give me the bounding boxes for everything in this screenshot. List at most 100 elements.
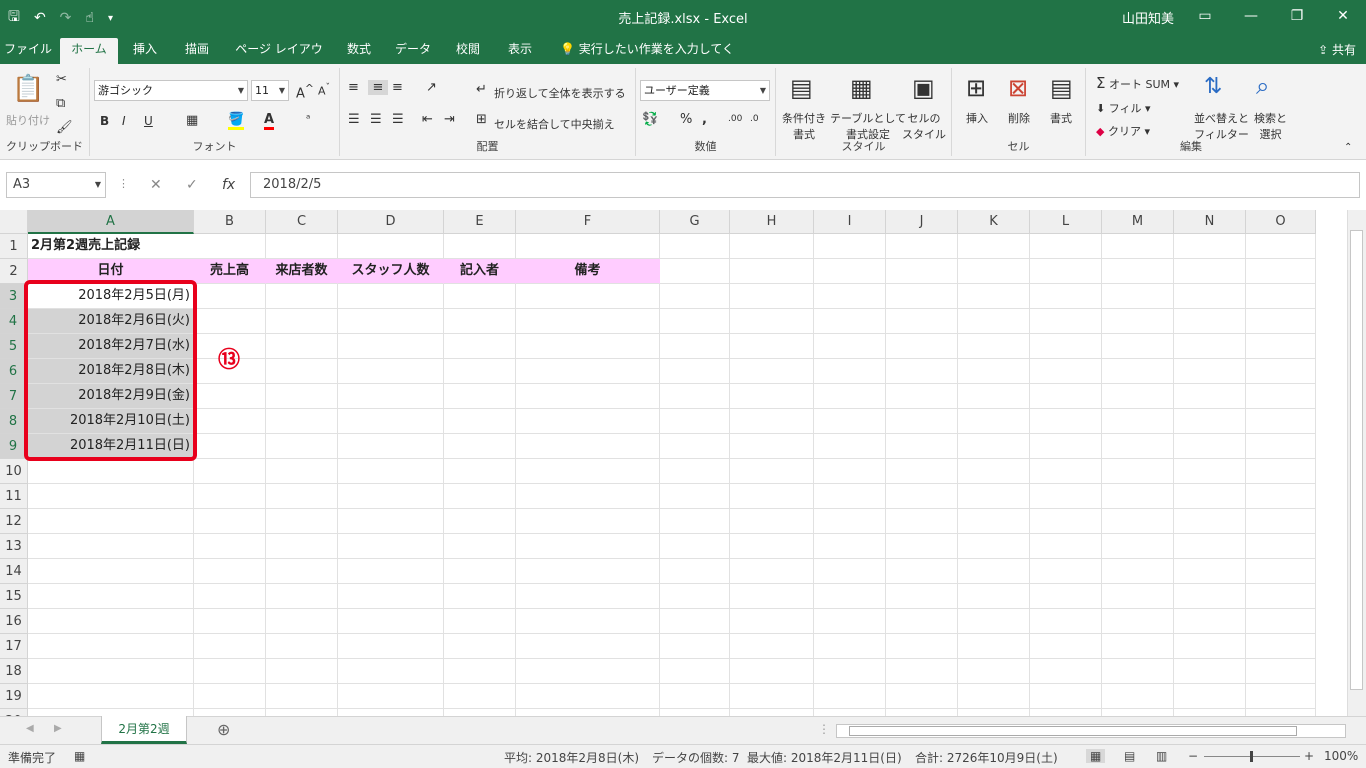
cell-b18[interactable]	[194, 659, 266, 684]
cell-e19[interactable]	[444, 684, 516, 709]
column-header-o[interactable]: O	[1246, 210, 1316, 234]
cell-c10[interactable]	[266, 459, 338, 484]
cell-d5[interactable]	[338, 334, 444, 359]
cell-c13[interactable]	[266, 534, 338, 559]
status-sum[interactable]: 合計: 2726年10月9日(土)	[915, 749, 1058, 766]
tab-insert[interactable]: 挿入	[124, 38, 166, 64]
cell-k20[interactable]	[958, 709, 1030, 716]
column-header-i[interactable]: I	[814, 210, 886, 234]
cell-n2[interactable]	[1174, 259, 1246, 284]
font-name-select[interactable]: 游ゴシック ▼	[94, 80, 248, 101]
cell-g16[interactable]	[660, 609, 730, 634]
bottom-align-icon[interactable]: ≡	[392, 80, 403, 95]
cell-f10[interactable]	[516, 459, 660, 484]
cell-h11[interactable]	[730, 484, 814, 509]
wrap-text-button[interactable]: 折り返して全体を表示する	[494, 85, 626, 101]
cell-d8[interactable]	[338, 409, 444, 434]
format-painter-icon[interactable]: 🖌	[56, 120, 73, 135]
cell-h16[interactable]	[730, 609, 814, 634]
cell-l12[interactable]	[1030, 509, 1102, 534]
cell-l11[interactable]	[1030, 484, 1102, 509]
select-all-corner[interactable]	[0, 210, 28, 234]
cell-c19[interactable]	[266, 684, 338, 709]
cell-b17[interactable]	[194, 634, 266, 659]
cell-i12[interactable]	[814, 509, 886, 534]
cell-i6[interactable]	[814, 359, 886, 384]
cell-k18[interactable]	[958, 659, 1030, 684]
cell-g12[interactable]	[660, 509, 730, 534]
cell-i18[interactable]	[814, 659, 886, 684]
cell-m15[interactable]	[1102, 584, 1174, 609]
cell-b8[interactable]	[194, 409, 266, 434]
cell-m7[interactable]	[1102, 384, 1174, 409]
cell-b3[interactable]	[194, 284, 266, 309]
cell-o17[interactable]	[1246, 634, 1316, 659]
cell-d11[interactable]	[338, 484, 444, 509]
cell-o19[interactable]	[1246, 684, 1316, 709]
cell-f3[interactable]	[516, 284, 660, 309]
cell-n8[interactable]	[1174, 409, 1246, 434]
cell-l20[interactable]	[1030, 709, 1102, 716]
row-header-11[interactable]: 11	[0, 484, 28, 509]
cell-i4[interactable]	[814, 309, 886, 334]
column-header-h[interactable]: H	[730, 210, 814, 234]
cell-f17[interactable]	[516, 634, 660, 659]
cell-b19[interactable]	[194, 684, 266, 709]
cell-c17[interactable]	[266, 634, 338, 659]
row-header-18[interactable]: 18	[0, 659, 28, 684]
cell-l4[interactable]	[1030, 309, 1102, 334]
cell-e6[interactable]	[444, 359, 516, 384]
row-header-13[interactable]: 13	[0, 534, 28, 559]
cell-c11[interactable]	[266, 484, 338, 509]
cell-k9[interactable]	[958, 434, 1030, 459]
cell-d9[interactable]	[338, 434, 444, 459]
cell-g4[interactable]	[660, 309, 730, 334]
cell-h14[interactable]	[730, 559, 814, 584]
cell-k8[interactable]	[958, 409, 1030, 434]
cell-l14[interactable]	[1030, 559, 1102, 584]
cell-d18[interactable]	[338, 659, 444, 684]
cell-i15[interactable]	[814, 584, 886, 609]
cell-e1[interactable]	[444, 234, 516, 259]
cell-l3[interactable]	[1030, 284, 1102, 309]
cell-j2[interactable]	[886, 259, 958, 284]
column-header-f[interactable]: F	[516, 210, 660, 234]
cell-i16[interactable]	[814, 609, 886, 634]
cell-n11[interactable]	[1174, 484, 1246, 509]
cell-g17[interactable]	[660, 634, 730, 659]
cell-e9[interactable]	[444, 434, 516, 459]
cell-a13[interactable]	[28, 534, 194, 559]
orientation-icon[interactable]: ↗	[426, 80, 437, 95]
zoom-out-icon[interactable]: −	[1188, 749, 1198, 763]
copy-icon[interactable]: ⧉	[56, 96, 65, 111]
cell-e3[interactable]	[444, 284, 516, 309]
tab-formulas[interactable]: 数式	[338, 38, 380, 64]
align-right-icon[interactable]: ☰	[392, 112, 404, 127]
shrink-font-icon[interactable]: Aˇ	[318, 82, 330, 98]
cell-h17[interactable]	[730, 634, 814, 659]
tell-me-box[interactable]: 💡 実行したい作業を入力してください	[560, 38, 744, 78]
cell-n1[interactable]	[1174, 234, 1246, 259]
cell-f13[interactable]	[516, 534, 660, 559]
cell-o5[interactable]	[1246, 334, 1316, 359]
cell-l5[interactable]	[1030, 334, 1102, 359]
cell-f8[interactable]	[516, 409, 660, 434]
cell-m2[interactable]	[1102, 259, 1174, 284]
cell-o18[interactable]	[1246, 659, 1316, 684]
tab-view[interactable]: 表示	[500, 38, 540, 64]
status-average[interactable]: 平均: 2018年2月8日(木)	[504, 749, 639, 766]
cell-a14[interactable]	[28, 559, 194, 584]
enter-icon[interactable]: ✓	[186, 177, 198, 193]
cell-g19[interactable]	[660, 684, 730, 709]
cell-e12[interactable]	[444, 509, 516, 534]
row-header-12[interactable]: 12	[0, 509, 28, 534]
cell-g1[interactable]	[660, 234, 730, 259]
cell-l17[interactable]	[1030, 634, 1102, 659]
percent-button[interactable]: %	[680, 112, 692, 127]
cell-n15[interactable]	[1174, 584, 1246, 609]
cell-m9[interactable]	[1102, 434, 1174, 459]
cell-e13[interactable]	[444, 534, 516, 559]
cell-k17[interactable]	[958, 634, 1030, 659]
prev-sheet-icon[interactable]: ◀	[26, 723, 34, 734]
cell-k16[interactable]	[958, 609, 1030, 634]
